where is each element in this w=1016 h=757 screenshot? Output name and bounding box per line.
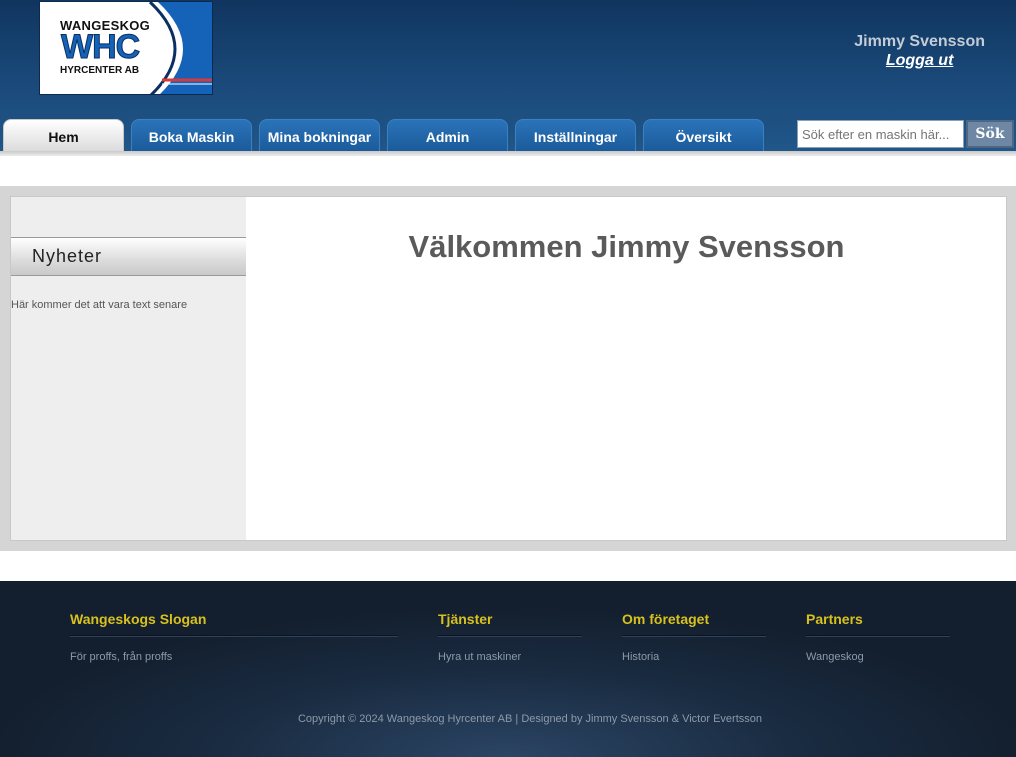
footer-heading: Partners (806, 611, 950, 636)
footer-heading: Wangeskogs Slogan (70, 611, 398, 636)
site-header: WANGESKOG WHC HYRCENTER AB Jimmy Svensso… (0, 0, 1016, 151)
tab-oversikt[interactable]: Översikt (643, 119, 764, 151)
footer-col-tjanster: Tjänster Hyra ut maskiner (438, 611, 582, 663)
company-logo[interactable]: WANGESKOG WHC HYRCENTER AB (39, 1, 213, 95)
footer-link[interactable]: Historia (622, 651, 766, 663)
footer-divider (622, 636, 766, 637)
tab-admin[interactable]: Admin (387, 119, 508, 151)
footer-heading: Om företaget (622, 611, 766, 636)
footer-text: För proffs, från proffs (70, 651, 173, 663)
logo-text-main: WHC (60, 28, 140, 67)
copyright-text: Copyright © 2024 Wangeskog Hyrcenter AB … (297, 713, 762, 725)
footer-divider (70, 636, 398, 637)
search-input[interactable] (797, 120, 964, 148)
logout-link[interactable]: Logga ut (854, 52, 985, 70)
site-footer: Wangeskogs Slogan För proffs, från proff… (0, 581, 1016, 757)
sidebar-heading: Nyheter (32, 246, 103, 266)
tab-boka-maskin[interactable]: Boka Maskin (131, 119, 252, 151)
header-divider (0, 151, 1016, 156)
tab-hem[interactable]: Hem (3, 119, 124, 151)
footer-col-partners: Partners Wangeskog (806, 611, 950, 663)
user-panel: Jimmy Svensson Logga ut (854, 33, 985, 70)
user-name: Jimmy Svensson (854, 33, 985, 50)
footer-heading: Tjänster (438, 611, 582, 636)
tab-installningar[interactable]: Inställningar (515, 119, 636, 151)
footer-col-om-foretaget: Om företaget Historia (622, 611, 766, 663)
tab-mina-bokningar[interactable]: Mina bokningar (259, 119, 380, 151)
welcome-heading: Välkommen Jimmy Svensson (408, 229, 845, 264)
footer-divider (438, 636, 582, 637)
sidebar-heading-bar: Nyheter (11, 237, 246, 276)
footer-divider (806, 636, 950, 637)
footer-col-slogan: Wangeskogs Slogan För proffs, från proff… (70, 611, 398, 663)
search-button[interactable]: Sök (966, 120, 1014, 148)
main-content: Välkommen Jimmy Svensson (246, 196, 1007, 541)
footer-link[interactable]: Wangeskog (806, 651, 950, 663)
logo-text-bottom: HYRCENTER AB (60, 65, 140, 76)
sidebar-news-text: Här kommer det att vara text senare (11, 299, 188, 311)
footer-link[interactable]: Hyra ut maskiner (438, 651, 582, 663)
sidebar: Nyheter Här kommer det att vara text sen… (10, 196, 246, 541)
